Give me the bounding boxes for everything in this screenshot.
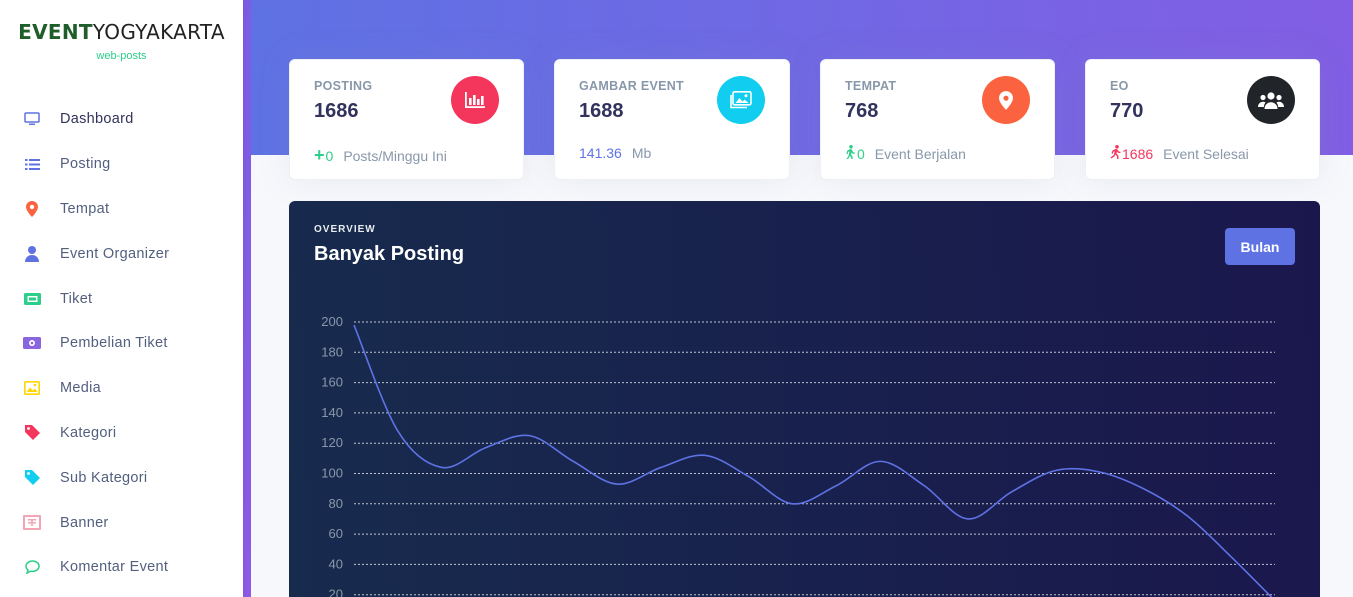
stat-card-posting[interactable]: POSTING 1686 + 0 Posts/Minggu Ini xyxy=(289,59,524,180)
walking-icon xyxy=(845,145,856,162)
y-tick-label: 140 xyxy=(321,405,343,420)
ticket-icon xyxy=(23,290,41,308)
sidebar-item-label: Kategori xyxy=(60,424,117,441)
y-tick-label: 60 xyxy=(329,526,343,541)
brand[interactable]: EVENTYOGYAKARTA web-posts xyxy=(0,0,243,62)
y-tick-label: 120 xyxy=(321,435,343,450)
stat-footer-text: Mb xyxy=(631,145,652,161)
sidebar-item-label: Dashboard xyxy=(60,111,134,128)
sidebar-item-label: Media xyxy=(60,380,101,397)
sidebar-item-label: Event Organizer xyxy=(60,245,170,262)
stat-footer: + 0 Posts/Minggu Ini xyxy=(314,145,447,166)
sidebar-item-komentar-event[interactable]: Komentar Event xyxy=(0,545,243,590)
sidebar-item-label: Komentar Event xyxy=(60,559,169,576)
y-tick-label: 20 xyxy=(329,587,343,597)
user-icon xyxy=(23,245,41,263)
stat-footer-text: Event Selesai xyxy=(1163,145,1249,162)
stat-footer: 1686 Event Selesai xyxy=(1110,145,1249,162)
y-tick-label: 40 xyxy=(329,556,343,571)
brand-logo-light: YOGYAKARTA xyxy=(92,20,225,44)
stat-footer-value: 141.36 xyxy=(579,145,622,161)
list-icon xyxy=(23,155,41,173)
y-tick-label: 160 xyxy=(321,375,343,390)
stat-footer-value: 1686 xyxy=(1122,145,1154,162)
chart-bar-icon xyxy=(451,76,499,124)
banner-icon xyxy=(23,514,41,532)
y-tick-label: 200 xyxy=(321,314,343,329)
image-icon xyxy=(23,379,41,397)
stat-footer-text: Event Berjalan xyxy=(874,145,966,162)
stat-footer: 141.36 Mb xyxy=(579,145,651,161)
sidebar-nav: Dashboard Posting Tempat Event Organizer… xyxy=(0,97,243,590)
users-icon xyxy=(1247,76,1295,124)
chat-bubble-icon xyxy=(23,558,41,576)
sidebar-item-dashboard[interactable]: Dashboard xyxy=(0,97,243,142)
sidebar-item-label: Sub Kategori xyxy=(60,469,148,486)
y-tick-label: 80 xyxy=(329,496,343,511)
sidebar-item-sub-kategori[interactable]: Sub Kategori xyxy=(0,455,243,500)
brand-logo[interactable]: EVENTYOGYAKARTA xyxy=(0,20,243,44)
stat-card-eo[interactable]: EO 770 1686 Event Selesai xyxy=(1085,59,1320,180)
series-line xyxy=(353,324,1273,597)
bulan-button[interactable]: Bulan xyxy=(1225,228,1295,265)
sidebar-item-label: Tempat xyxy=(60,200,110,217)
stat-value: 768 xyxy=(845,100,879,122)
sidebar-item-tempat[interactable]: Tempat xyxy=(0,187,243,232)
running-icon xyxy=(1110,145,1121,162)
stat-value: 1686 xyxy=(314,100,359,122)
brand-subtitle: web-posts xyxy=(96,50,147,62)
sidebar: EVENTYOGYAKARTA web-posts Dashboard Post… xyxy=(0,0,243,597)
stat-footer: 0 Event Berjalan xyxy=(845,145,966,162)
sidebar-item-kategori[interactable]: Kategori xyxy=(0,411,243,456)
y-tick-label: 180 xyxy=(321,344,343,359)
stat-footer-text: Posts/Minggu Ini xyxy=(343,147,447,164)
sidebar-edge xyxy=(243,0,251,597)
stat-title: POSTING xyxy=(314,79,373,93)
sidebar-item-label: Pembelian Tiket xyxy=(60,335,168,352)
chart-overline: OVERVIEW xyxy=(314,224,376,235)
stat-footer-value: 0 xyxy=(325,147,334,164)
stat-title: EO xyxy=(1110,79,1129,93)
sidebar-item-posting[interactable]: Posting xyxy=(0,142,243,187)
map-pin-icon xyxy=(23,200,41,218)
stat-footer-value: 0 xyxy=(857,145,865,162)
stat-card-gambar-event[interactable]: GAMBAR EVENT 1688 141.36 Mb xyxy=(554,59,790,180)
map-pin-icon xyxy=(982,76,1030,124)
sidebar-item-banner[interactable]: Banner xyxy=(0,500,243,545)
brand-logo-strong: EVENT xyxy=(18,20,93,44)
stat-value: 1688 xyxy=(579,100,624,122)
sidebar-item-label: Banner xyxy=(60,514,109,531)
sidebar-item-event-organizer[interactable]: Event Organizer xyxy=(0,231,243,276)
money-icon xyxy=(23,334,41,352)
stat-title: GAMBAR EVENT xyxy=(579,79,684,93)
chart-card: 20 40 60 80 100 120 140 160 180 200 OVERVIEW Bany… xyxy=(289,201,1320,597)
stat-title: TEMPAT xyxy=(845,79,897,93)
sidebar-item-pembelian-tiket[interactable]: Pembelian Tiket xyxy=(0,321,243,366)
tag-icon xyxy=(23,469,41,487)
sidebar-item-tiket[interactable]: Tiket xyxy=(0,276,243,321)
images-icon xyxy=(717,76,765,124)
sidebar-item-media[interactable]: Media xyxy=(0,366,243,411)
tag-icon xyxy=(23,424,41,442)
stat-value: 770 xyxy=(1110,100,1144,122)
chart-title: Banyak Posting xyxy=(314,243,465,265)
sidebar-item-label: Posting xyxy=(60,156,111,173)
sidebar-item-label: Tiket xyxy=(60,290,93,307)
stat-card-tempat[interactable]: TEMPAT 768 0 Event Berjalan xyxy=(820,59,1055,180)
monitor-icon xyxy=(23,110,41,128)
y-tick-label: 100 xyxy=(321,466,343,481)
plus-icon: + xyxy=(314,145,325,165)
